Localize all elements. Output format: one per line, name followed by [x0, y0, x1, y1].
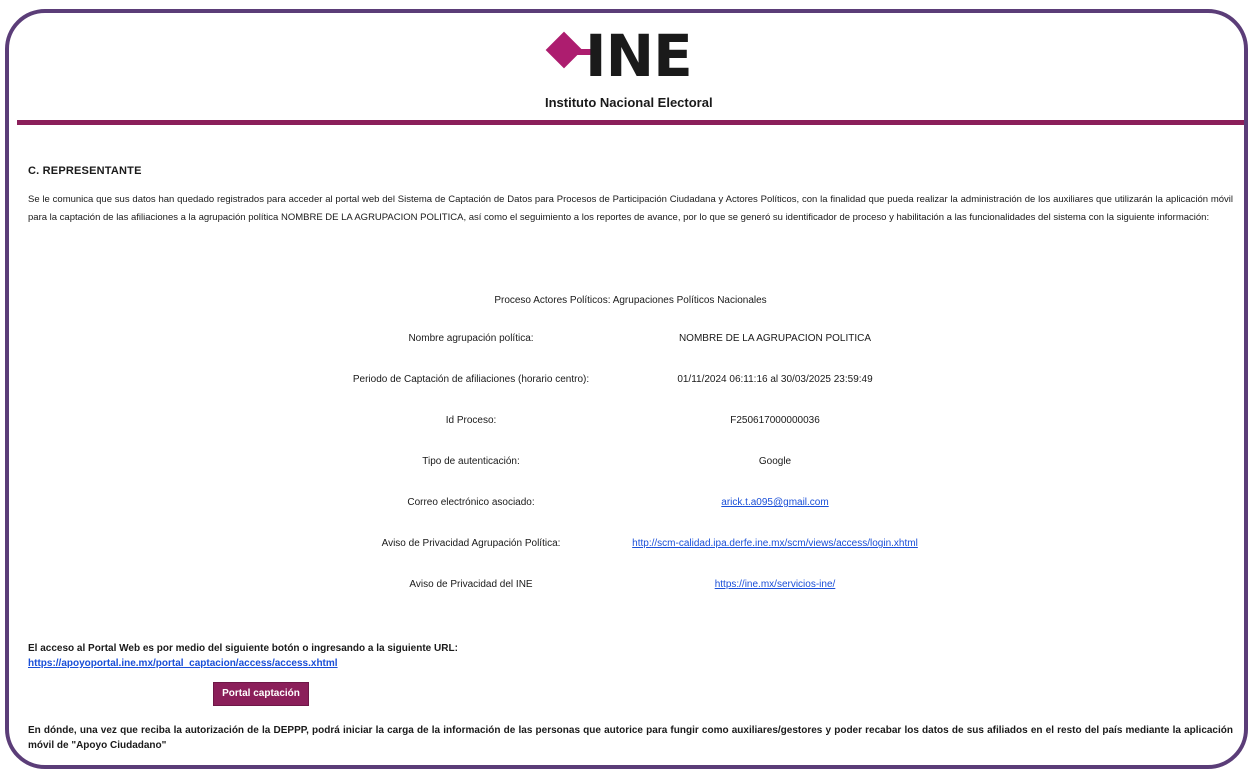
detail-value-nombre: NOMBRE DE LA AGRUPACION POLITICA: [678, 333, 872, 344]
detail-label-aviso-ine: Aviso de Privacidad del INE: [409, 579, 533, 590]
footer-paragraph: En dónde, una vez que reciba la autoriza…: [28, 725, 1233, 751]
ine-logo: INE Instituto Nacional Electoral: [541, 27, 741, 111]
aviso-agrupacion-link[interactable]: http://scm-calidad.ipa.derfe.ine.mx/scm/…: [632, 538, 918, 549]
detail-label-id-proceso: Id Proceso:: [445, 415, 497, 426]
logo-subtitle: Instituto Nacional Electoral: [545, 95, 713, 110]
portal-access-label: El acceso al Portal Web es por medio del…: [28, 643, 458, 654]
proceso-heading: Proceso Actores Políticos: Agrupaciones …: [494, 295, 767, 306]
aviso-ine-link[interactable]: https://ine.mx/servicios-ine/: [715, 579, 836, 590]
detail-value-periodo: 01/11/2024 06:11:16 al 30/03/2025 23:59:…: [677, 374, 873, 385]
email-link[interactable]: arick.t.a095@gmail.com: [721, 497, 828, 508]
detail-label-correo: Correo electrónico asociado:: [407, 497, 535, 508]
email-frame: INE Instituto Nacional Electoral C. REPR…: [5, 9, 1248, 769]
intro-paragraph: Se le comunica que sus datos han quedado…: [28, 194, 1233, 223]
detail-label-nombre: Nombre agrupación política:: [408, 333, 534, 344]
section-title: C. REPRESENTANTE: [28, 165, 142, 177]
detail-value-autenticacion: Google: [758, 456, 792, 467]
portal-url-link[interactable]: https://apoyoportal.ine.mx/portal_captac…: [28, 658, 338, 669]
detail-label-autenticacion: Tipo de autenticación:: [422, 456, 520, 467]
detail-label-periodo: Periodo de Captación de afiliaciones (ho…: [352, 374, 590, 385]
detail-value-id-proceso: F250617000000036: [730, 415, 820, 426]
logo-text: INE: [585, 22, 693, 90]
portal-captacion-button[interactable]: Portal captación: [213, 682, 309, 706]
header-divider: [17, 120, 1244, 125]
detail-label-aviso-agrupacion: Aviso de Privacidad Agrupación Política:: [381, 538, 561, 549]
